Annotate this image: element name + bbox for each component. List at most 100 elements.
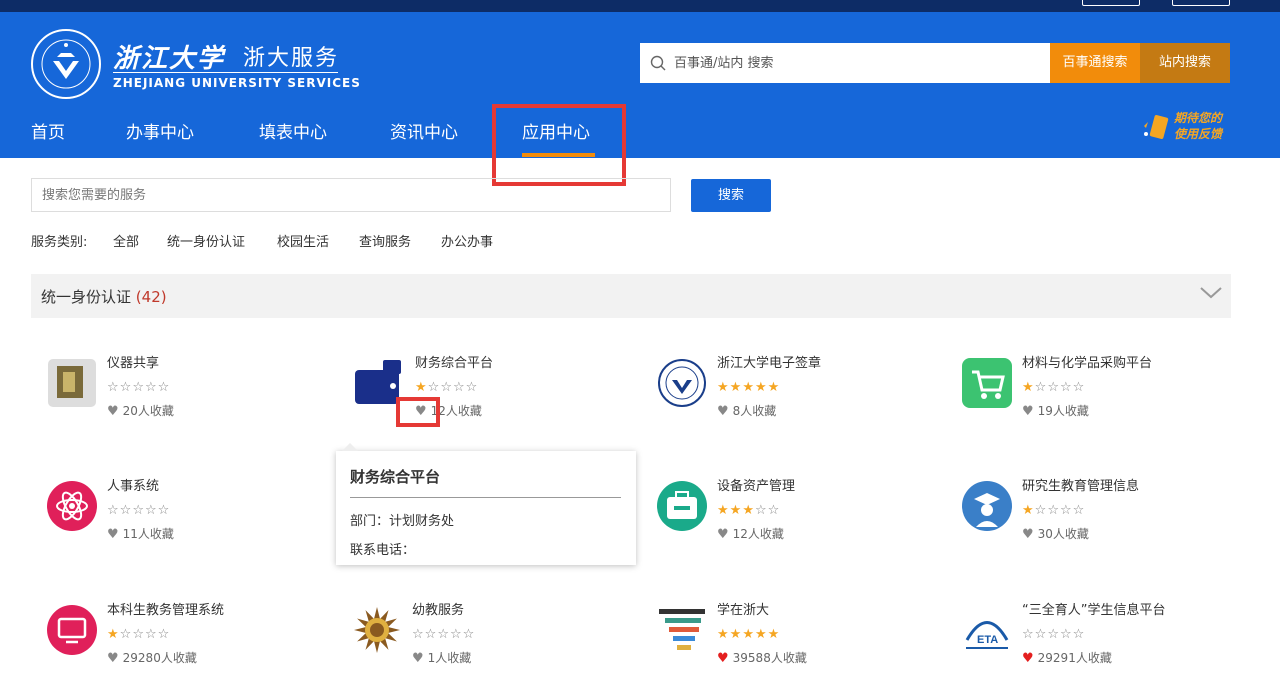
nav-form-center[interactable]: 填表中心 — [259, 118, 327, 143]
rating-stars[interactable]: ☆☆☆☆☆ — [107, 503, 170, 518]
app-name[interactable]: 人事系统 — [107, 475, 159, 494]
rating-stars[interactable]: ☆☆☆☆☆ — [1022, 627, 1085, 642]
app-name[interactable]: 材料与化学品采购平台 — [1022, 352, 1152, 371]
chevron-down-icon[interactable] — [1199, 284, 1223, 304]
star-icon[interactable]: ★ — [768, 380, 781, 395]
service-search-input[interactable] — [32, 179, 670, 211]
star-icon[interactable]: ★ — [742, 627, 755, 642]
star-icon[interactable]: ☆ — [120, 503, 133, 518]
category-identity[interactable]: 统一身份认证 — [167, 231, 245, 250]
star-icon[interactable]: ★ — [1022, 380, 1035, 395]
star-icon[interactable]: ★ — [755, 380, 768, 395]
star-icon[interactable]: ☆ — [1035, 503, 1048, 518]
star-icon[interactable]: ★ — [742, 380, 755, 395]
toolbox-icon[interactable] — [657, 481, 707, 531]
nav-home[interactable]: 首页 — [31, 118, 65, 143]
site-search-button[interactable]: 站内搜索 — [1140, 43, 1230, 83]
feedback-link[interactable]: 期待您的 使用反馈 — [1140, 110, 1232, 148]
star-icon[interactable]: ☆ — [1022, 627, 1035, 642]
star-icon[interactable]: ☆ — [158, 503, 171, 518]
category-campus-life[interactable]: 校园生活 — [277, 231, 329, 250]
app-name[interactable]: 幼教服务 — [412, 599, 464, 618]
rating-stars[interactable]: ★☆☆☆☆ — [1022, 380, 1085, 395]
app-name[interactable]: 研究生教育管理信息 — [1022, 475, 1139, 494]
star-icon[interactable]: ☆ — [1047, 380, 1060, 395]
star-icon[interactable]: ☆ — [466, 380, 479, 395]
star-icon[interactable]: ★ — [1022, 503, 1035, 518]
star-icon[interactable]: ★ — [107, 627, 120, 642]
star-icon[interactable]: ★ — [717, 503, 730, 518]
top-button-2[interactable] — [1172, 0, 1230, 6]
heart-icon[interactable]: ♥ — [412, 651, 424, 666]
category-query[interactable]: 查询服务 — [359, 231, 411, 250]
star-icon[interactable]: ☆ — [768, 503, 781, 518]
heart-icon[interactable]: ♥ — [1022, 651, 1034, 666]
sun-icon[interactable] — [352, 605, 402, 655]
app-card[interactable]: 幼教服务 ☆☆☆☆☆ ♥ 1人收藏 — [352, 603, 652, 695]
star-icon[interactable]: ☆ — [1073, 627, 1086, 642]
app-name[interactable]: 设备资产管理 — [717, 475, 795, 494]
atom-icon[interactable] — [47, 481, 97, 531]
star-icon[interactable]: ★ — [730, 380, 743, 395]
app-card[interactable]: 本科生教务管理系统 ★☆☆☆☆ ♥ 29280人收藏 — [47, 603, 347, 695]
star-icon[interactable]: ★ — [730, 627, 743, 642]
cart-icon[interactable] — [962, 358, 1012, 408]
graduate-icon[interactable] — [962, 481, 1012, 531]
star-icon[interactable]: ☆ — [440, 380, 453, 395]
star-icon[interactable]: ☆ — [1073, 503, 1086, 518]
star-icon[interactable]: ☆ — [145, 380, 158, 395]
star-icon[interactable]: ☆ — [1073, 380, 1086, 395]
star-icon[interactable]: ☆ — [1060, 380, 1073, 395]
star-icon[interactable]: ☆ — [428, 380, 441, 395]
rating-stars[interactable]: ★★★★★ — [717, 380, 780, 395]
top-search-input[interactable] — [674, 43, 1044, 83]
star-icon[interactable]: ☆ — [145, 503, 158, 518]
star-icon[interactable]: ☆ — [755, 503, 768, 518]
heart-icon[interactable]: ♥ — [107, 651, 119, 666]
star-icon[interactable]: ☆ — [1035, 627, 1048, 642]
star-icon[interactable]: ☆ — [1047, 503, 1060, 518]
service-search-button[interactable]: 搜索 — [691, 179, 771, 212]
star-icon[interactable]: ☆ — [425, 627, 438, 642]
heart-icon[interactable]: ♥ — [717, 527, 729, 542]
heart-icon[interactable]: ♥ — [717, 404, 729, 419]
app-card[interactable]: 材料与化学品采购平台 ★☆☆☆☆ ♥ 19人收藏 — [962, 356, 1262, 448]
star-icon[interactable]: ☆ — [132, 627, 145, 642]
app-name[interactable]: 学在浙大 — [717, 599, 769, 618]
star-icon[interactable]: ★ — [717, 380, 730, 395]
star-icon[interactable]: ☆ — [132, 380, 145, 395]
star-icon[interactable]: ☆ — [158, 380, 171, 395]
section-header[interactable]: 统一身份认证 (42) — [31, 274, 1231, 318]
app-card[interactable]: ETA “三全育人”学生信息平台 ☆☆☆☆☆ ♥ 29291人收藏 — [962, 603, 1262, 695]
star-icon[interactable]: ☆ — [107, 503, 120, 518]
rating-stars[interactable]: ★☆☆☆☆ — [1022, 503, 1085, 518]
star-icon[interactable]: ☆ — [132, 503, 145, 518]
star-icon[interactable]: ☆ — [120, 627, 133, 642]
star-icon[interactable]: ☆ — [1060, 627, 1073, 642]
rating-stars[interactable]: ☆☆☆☆☆ — [412, 627, 475, 642]
heart-icon[interactable]: ♥ — [107, 527, 119, 542]
eta-icon[interactable]: ETA — [962, 605, 1012, 655]
category-all[interactable]: 全部 — [113, 231, 139, 250]
rating-stars[interactable]: ★★★☆☆ — [717, 503, 780, 518]
app-card[interactable]: 学在浙大 ★★★★★ ♥ 39588人收藏 — [657, 603, 957, 695]
star-icon[interactable]: ☆ — [1060, 503, 1073, 518]
star-icon[interactable]: ★ — [415, 380, 428, 395]
star-icon[interactable]: ☆ — [120, 380, 133, 395]
zju-seal-icon[interactable] — [657, 358, 707, 408]
app-name[interactable]: 财务综合平台 — [415, 352, 493, 371]
star-icon[interactable]: ☆ — [1035, 380, 1048, 395]
top-button-1[interactable] — [1082, 0, 1140, 6]
star-icon[interactable]: ★ — [742, 503, 755, 518]
rating-stars[interactable]: ★★★★★ — [717, 627, 780, 642]
star-icon[interactable]: ☆ — [453, 380, 466, 395]
star-icon[interactable]: ☆ — [412, 627, 425, 642]
heart-icon[interactable]: ♥ — [717, 651, 729, 666]
rating-stars[interactable]: ★☆☆☆☆ — [415, 380, 478, 395]
app-name[interactable]: “三全育人”学生信息平台 — [1022, 599, 1165, 618]
nav-service-center[interactable]: 办事中心 — [126, 118, 194, 143]
star-icon[interactable]: ☆ — [158, 627, 171, 642]
screen-icon[interactable] — [47, 605, 97, 655]
app-card[interactable]: 研究生教育管理信息 ★☆☆☆☆ ♥ 30人收藏 — [962, 479, 1262, 571]
rating-stars[interactable]: ☆☆☆☆☆ — [107, 380, 170, 395]
